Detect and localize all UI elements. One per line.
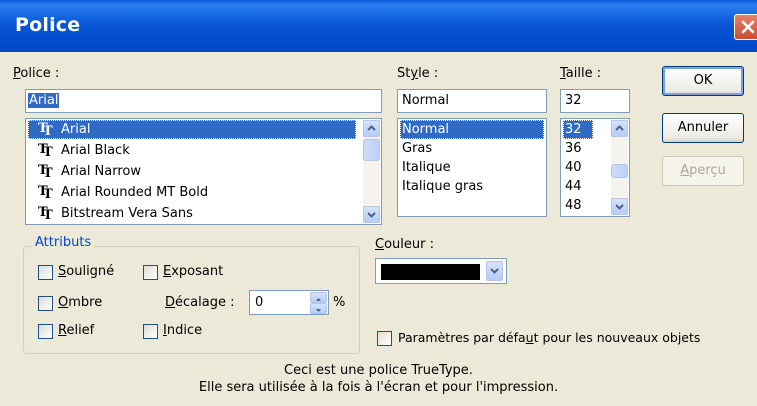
- style-list-item[interactable]: Normal: [400, 120, 544, 139]
- font-list-item[interactable]: T T Bitstream Vera Sans: [28, 204, 356, 223]
- size-list[interactable]: 32 36 40 44 48: [560, 118, 630, 217]
- truetype-font-icon: TT: [38, 121, 53, 139]
- size-list-scrollbar[interactable]: [611, 120, 628, 215]
- chevron-up-icon: [615, 125, 624, 131]
- style-input[interactable]: Normal: [397, 89, 547, 113]
- defaults-checkbox[interactable]: [377, 331, 392, 346]
- scroll-up-button[interactable]: [611, 120, 628, 137]
- superscript-label: Exposant: [163, 264, 224, 279]
- size-list-item[interactable]: 32: [563, 120, 593, 139]
- style-label: Style :: [397, 66, 439, 81]
- offset-down-button[interactable]: [310, 303, 327, 314]
- scroll-thumb[interactable]: [363, 139, 380, 161]
- style-list-item[interactable]: Italique: [402, 158, 451, 177]
- truetype-font-icon: TT: [38, 184, 53, 202]
- dropdown-button[interactable]: [486, 261, 503, 281]
- subscript-label: Indice: [163, 323, 203, 338]
- style-value: Normal: [402, 93, 450, 108]
- cancel-button[interactable]: Annuler: [662, 113, 744, 143]
- emboss-label: Relief: [58, 323, 95, 338]
- chevron-down-icon: [615, 204, 624, 210]
- offset-label: Décalage :: [165, 295, 235, 310]
- superscript-checkbox[interactable]: [143, 265, 158, 280]
- color-label: Couleur :: [375, 237, 434, 252]
- offset-spinner[interactable]: 0: [249, 290, 329, 315]
- offset-value: 0: [255, 295, 264, 310]
- font-list[interactable]: T T Arial T T Arial Black T T Arial Narrow TTA…: [25, 118, 382, 225]
- chevron-down-icon: [316, 309, 321, 312]
- font-list-item[interactable]: T T Arial Narrow: [28, 162, 356, 181]
- color-swatch: [381, 264, 480, 280]
- size-input[interactable]: 32: [560, 89, 630, 113]
- style-list-item[interactable]: Gras: [402, 139, 432, 158]
- scroll-down-button[interactable]: [363, 206, 380, 223]
- font-name-value: Arial: [28, 93, 60, 108]
- size-list-item[interactable]: 36: [565, 139, 582, 158]
- size-label: Taille :: [560, 66, 602, 81]
- close-icon: [741, 20, 755, 34]
- style-list[interactable]: Normal Gras Italique Italique gras: [397, 118, 547, 217]
- close-button[interactable]: [734, 14, 757, 40]
- truetype-font-icon: TT: [38, 205, 53, 223]
- attributes-legend: Attributs: [32, 235, 95, 250]
- size-list-item[interactable]: 44: [565, 177, 582, 196]
- font-list-scrollbar[interactable]: [363, 120, 380, 223]
- style-list-item[interactable]: Italique gras: [402, 177, 483, 196]
- subscript-checkbox[interactable]: [143, 324, 158, 339]
- font-list-item[interactable]: T T Arial Black: [28, 141, 356, 160]
- offset-unit: %: [333, 295, 346, 310]
- info-line-1: Ceci est une police TrueType.: [284, 363, 473, 378]
- underline-label: Souligné: [58, 264, 115, 279]
- ok-button[interactable]: OK: [662, 66, 744, 96]
- truetype-font-icon: TT: [38, 142, 53, 160]
- window-title: Police: [15, 14, 81, 36]
- preview-button[interactable]: Aperçu: [662, 156, 744, 186]
- title-bar: Police: [0, 0, 757, 52]
- font-list-item[interactable]: T T Arial: [28, 120, 356, 139]
- font-name-input[interactable]: Arial: [25, 89, 382, 113]
- color-dropdown[interactable]: [375, 258, 507, 284]
- size-list-item[interactable]: 40: [565, 158, 582, 177]
- chevron-down-icon: [367, 212, 376, 218]
- chevron-up-icon: [367, 125, 376, 131]
- shadow-label: Ombre: [58, 295, 103, 310]
- emboss-checkbox[interactable]: [38, 324, 53, 339]
- underline-checkbox[interactable]: [38, 265, 53, 280]
- scroll-down-button[interactable]: [611, 198, 628, 215]
- font-list-item[interactable]: T T Arial Rounded MT Bold: [28, 183, 356, 202]
- scroll-up-button[interactable]: [363, 120, 380, 137]
- defaults-label: Paramètres par défaut pour les nouveaux …: [398, 330, 701, 345]
- truetype-font-icon: TT: [38, 163, 53, 181]
- scroll-thumb[interactable]: [611, 164, 628, 178]
- size-value: 32: [565, 93, 582, 108]
- offset-up-button[interactable]: [310, 292, 327, 303]
- font-label: Police :: [13, 66, 60, 81]
- shadow-checkbox[interactable]: [38, 296, 53, 311]
- info-line-2: Elle sera utilisée à la fois à l'écran e…: [198, 380, 559, 395]
- size-list-item[interactable]: 48: [565, 196, 582, 215]
- chevron-down-icon: [490, 268, 499, 274]
